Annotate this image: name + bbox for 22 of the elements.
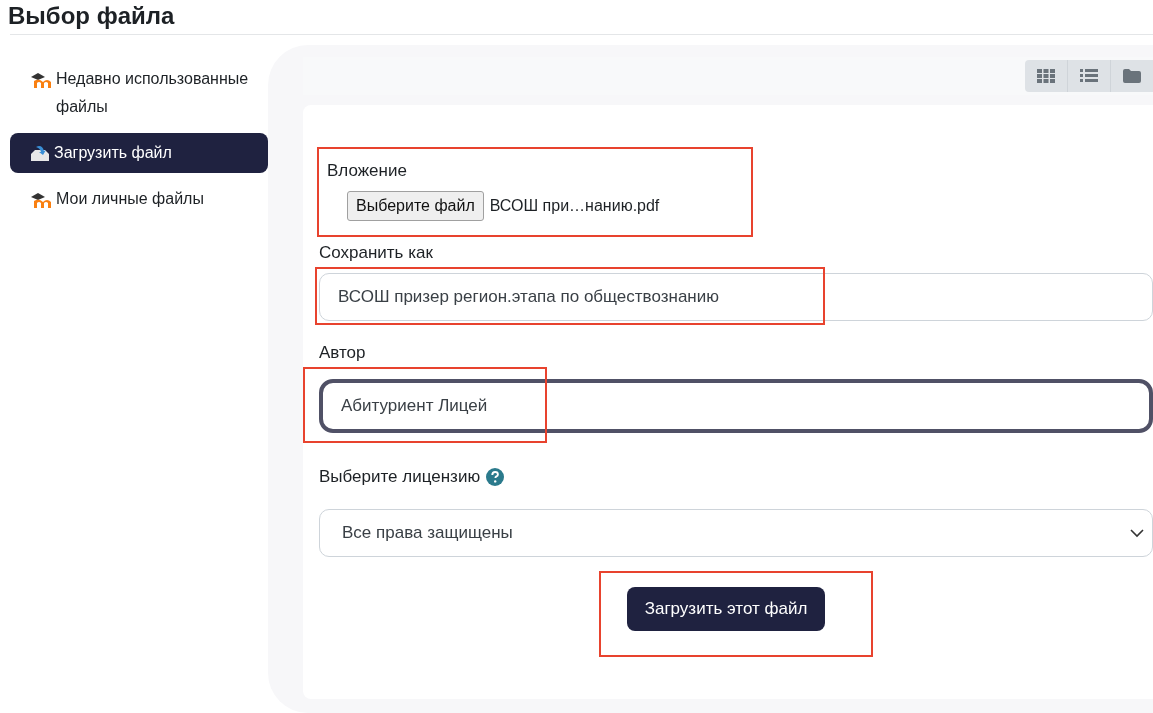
field-label: Вложение: [327, 161, 408, 181]
file-name: ВСОШ при…нанию.pdf: [489, 197, 660, 215]
grid-icon: [1037, 69, 1055, 83]
repository-item[interactable]: Недавно использованные файлы: [10, 59, 268, 127]
field-label: Сохранить как: [319, 243, 433, 263]
upload-file-button[interactable]: Загрузить этот файл: [626, 587, 826, 631]
repository-item[interactable]: Мои личные файлы: [10, 179, 268, 219]
mortarboard-m-icon: [30, 72, 52, 88]
list-icon: [1080, 69, 1098, 83]
license-label: Выберите лицензию: [319, 467, 481, 487]
license-select[interactable]: Все права защищены: [319, 509, 1153, 557]
folder-icon: [1123, 69, 1141, 83]
chevron-down-icon: [1130, 528, 1144, 538]
save-as-field[interactable]: ВСОШ призер регион.этапа по обществознанию: [319, 273, 1153, 321]
dialog-title: Выбор файла: [7, 1, 176, 31]
help-icon[interactable]: [486, 468, 505, 486]
inbox-arrow-icon: [30, 144, 50, 162]
choose-file-button[interactable]: Выберите файл: [347, 191, 484, 221]
field-label: Автор: [319, 343, 366, 363]
author-field[interactable]: Абитуриент Лицей: [319, 379, 1153, 433]
repository-item[interactable]: Загрузить файл: [10, 133, 268, 173]
mortarboard-m-icon: [30, 192, 52, 208]
